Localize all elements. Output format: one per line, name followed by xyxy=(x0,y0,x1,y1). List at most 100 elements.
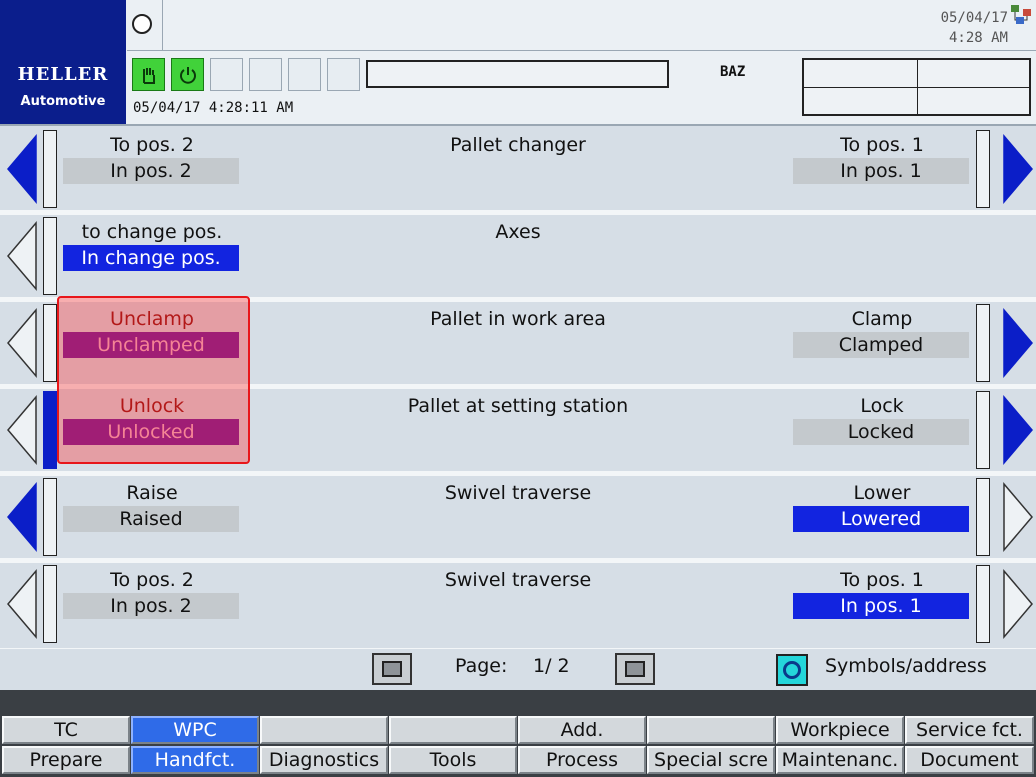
right-indicator-bar xyxy=(976,478,990,556)
brand-name: HELLER xyxy=(17,64,109,85)
right-status: Locked xyxy=(793,419,969,445)
left-arrow-button[interactable] xyxy=(4,302,42,384)
softkey-top-5[interactable]: Add. function xyxy=(518,716,646,765)
softkey-bottom-6[interactable]: Special scre xyxy=(647,746,775,774)
right-command-label: Lower xyxy=(853,482,911,504)
function-row: to change pos. In change pos. Axes xyxy=(0,215,1036,297)
info-grid xyxy=(802,58,1031,116)
power-icon xyxy=(180,67,196,84)
right-arrow-button[interactable] xyxy=(998,389,1036,471)
highlight-box xyxy=(57,296,250,464)
page-prev-button[interactable] xyxy=(372,653,412,685)
softkey-top-1[interactable]: TC xyxy=(2,716,130,744)
row-title: Swivel traverse xyxy=(444,482,592,504)
page-number: 1/ 2 xyxy=(533,655,570,677)
softkey-bottom-2[interactable]: Handfct. xyxy=(131,746,259,774)
row-title: Pallet changer xyxy=(450,134,586,156)
channel-label: BAZ xyxy=(720,64,746,80)
left-indicator-bar xyxy=(43,565,57,643)
left-arrow-button[interactable] xyxy=(4,563,42,645)
softkey-top-4[interactable] xyxy=(389,716,517,744)
softkey-bar: TCWPC Add. function WorkpieceService fct. P… xyxy=(0,690,1036,777)
softkey-bottom-1[interactable]: Prepare xyxy=(2,746,130,774)
left-command-label: To pos. 2 xyxy=(110,569,194,591)
left-command-label: To pos. 2 xyxy=(110,134,194,156)
message-line xyxy=(366,60,669,88)
symbols-address-label: Symbols/address xyxy=(825,655,987,677)
clock: 05/04/17 4:28 AM xyxy=(941,8,1008,48)
left-indicator-bar xyxy=(43,478,57,556)
header-datetime: 05/04/17 4:28:11 AM xyxy=(133,100,294,116)
clock-date: 05/04/17 xyxy=(940,10,1008,26)
right-arrow-button[interactable] xyxy=(998,128,1036,210)
header-separator xyxy=(127,50,1036,51)
left-indicator-bar xyxy=(43,304,57,382)
right-status: Clamped xyxy=(793,332,969,358)
left-status: In pos. 2 xyxy=(63,158,239,184)
right-arrow-button[interactable] xyxy=(998,476,1036,558)
softkey-top-3[interactable] xyxy=(260,716,388,744)
softkey-top-7[interactable]: Workpiece xyxy=(776,716,904,744)
header-bar: HELLER Automotive 05/04/17 4:28:11 AM BA… xyxy=(0,0,1036,126)
row-title: Swivel traverse xyxy=(444,569,592,591)
mode-indicator-icon xyxy=(132,14,152,34)
arrow-right-icon xyxy=(998,568,1036,649)
right-indicator-bar xyxy=(976,304,990,382)
status-slot-3 xyxy=(210,58,243,91)
right-indicator-bar xyxy=(976,391,990,469)
left-arrow-button[interactable] xyxy=(4,215,42,297)
clock-time: 4:28 AM xyxy=(948,30,1008,46)
left-indicator-bar xyxy=(43,217,57,295)
right-command-label: To pos. 1 xyxy=(840,569,924,591)
softkey-bottom-4[interactable]: Tools xyxy=(389,746,517,774)
right-command-label: Clamp xyxy=(851,308,913,330)
softkey-bottom-8[interactable]: Document xyxy=(905,746,1034,774)
hand-icon xyxy=(143,68,155,84)
right-arrow-button[interactable] xyxy=(998,302,1036,384)
left-command-label: to change pos. xyxy=(81,221,223,243)
page-label: Page: xyxy=(455,655,508,677)
left-indicator-bar xyxy=(43,391,57,469)
page-next-icon xyxy=(625,661,645,677)
right-status: In pos. 1 xyxy=(793,158,969,184)
power-status xyxy=(171,58,204,91)
left-status: In change pos. xyxy=(63,245,239,271)
arrow-left-icon xyxy=(4,568,42,649)
row-title: Axes xyxy=(495,221,541,243)
softkey-top-8[interactable]: Service fct. xyxy=(905,716,1034,744)
right-indicator-bar xyxy=(976,130,990,208)
refresh-icon xyxy=(783,661,801,679)
softkey-top-6[interactable] xyxy=(647,716,775,744)
network-icon xyxy=(1011,5,1031,24)
softkey-bottom-5[interactable]: Process xyxy=(518,746,646,774)
softkey-bottom-3[interactable]: Diagnostics xyxy=(260,746,388,774)
page-bar: Page: 1/ 2 Symbols/address xyxy=(0,648,1036,690)
function-row: To pos. 2 In pos. 2 Pallet changer To pos. … xyxy=(0,128,1036,210)
heller-logo: HELLER Automotive xyxy=(0,0,126,124)
left-command-label: Raise xyxy=(126,482,178,504)
function-row: To pos. 2 In pos. 2 Swivel traverse To pos.… xyxy=(0,563,1036,645)
status-slot-4 xyxy=(249,58,282,91)
softkey-top-2[interactable]: WPC xyxy=(131,716,259,744)
left-indicator-bar xyxy=(43,130,57,208)
left-status: Raised xyxy=(63,506,239,532)
function-row: Raise Raised Swivel traverse Lower Lowered xyxy=(0,476,1036,558)
status-slot-6 xyxy=(327,58,360,91)
row-title: Pallet at setting station xyxy=(407,395,629,417)
left-arrow-button[interactable] xyxy=(4,128,42,210)
left-status: In pos. 2 xyxy=(63,593,239,619)
symbols-address-button[interactable] xyxy=(776,654,808,686)
right-command-label: Lock xyxy=(860,395,904,417)
page-next-button[interactable] xyxy=(615,653,655,685)
left-arrow-button[interactable] xyxy=(4,476,42,558)
right-command-label: To pos. 1 xyxy=(840,134,924,156)
status-slot-5 xyxy=(288,58,321,91)
hand-mode-status xyxy=(132,58,165,91)
page-prev-icon xyxy=(382,661,402,677)
row-title: Pallet in work area xyxy=(430,308,606,330)
softkey-bottom-7[interactable]: Maintenanc. xyxy=(776,746,904,774)
right-arrow-button[interactable] xyxy=(998,563,1036,645)
right-status: In pos. 1 xyxy=(793,593,969,619)
left-arrow-button[interactable] xyxy=(4,389,42,471)
brand-subtitle: Automotive xyxy=(20,94,106,109)
